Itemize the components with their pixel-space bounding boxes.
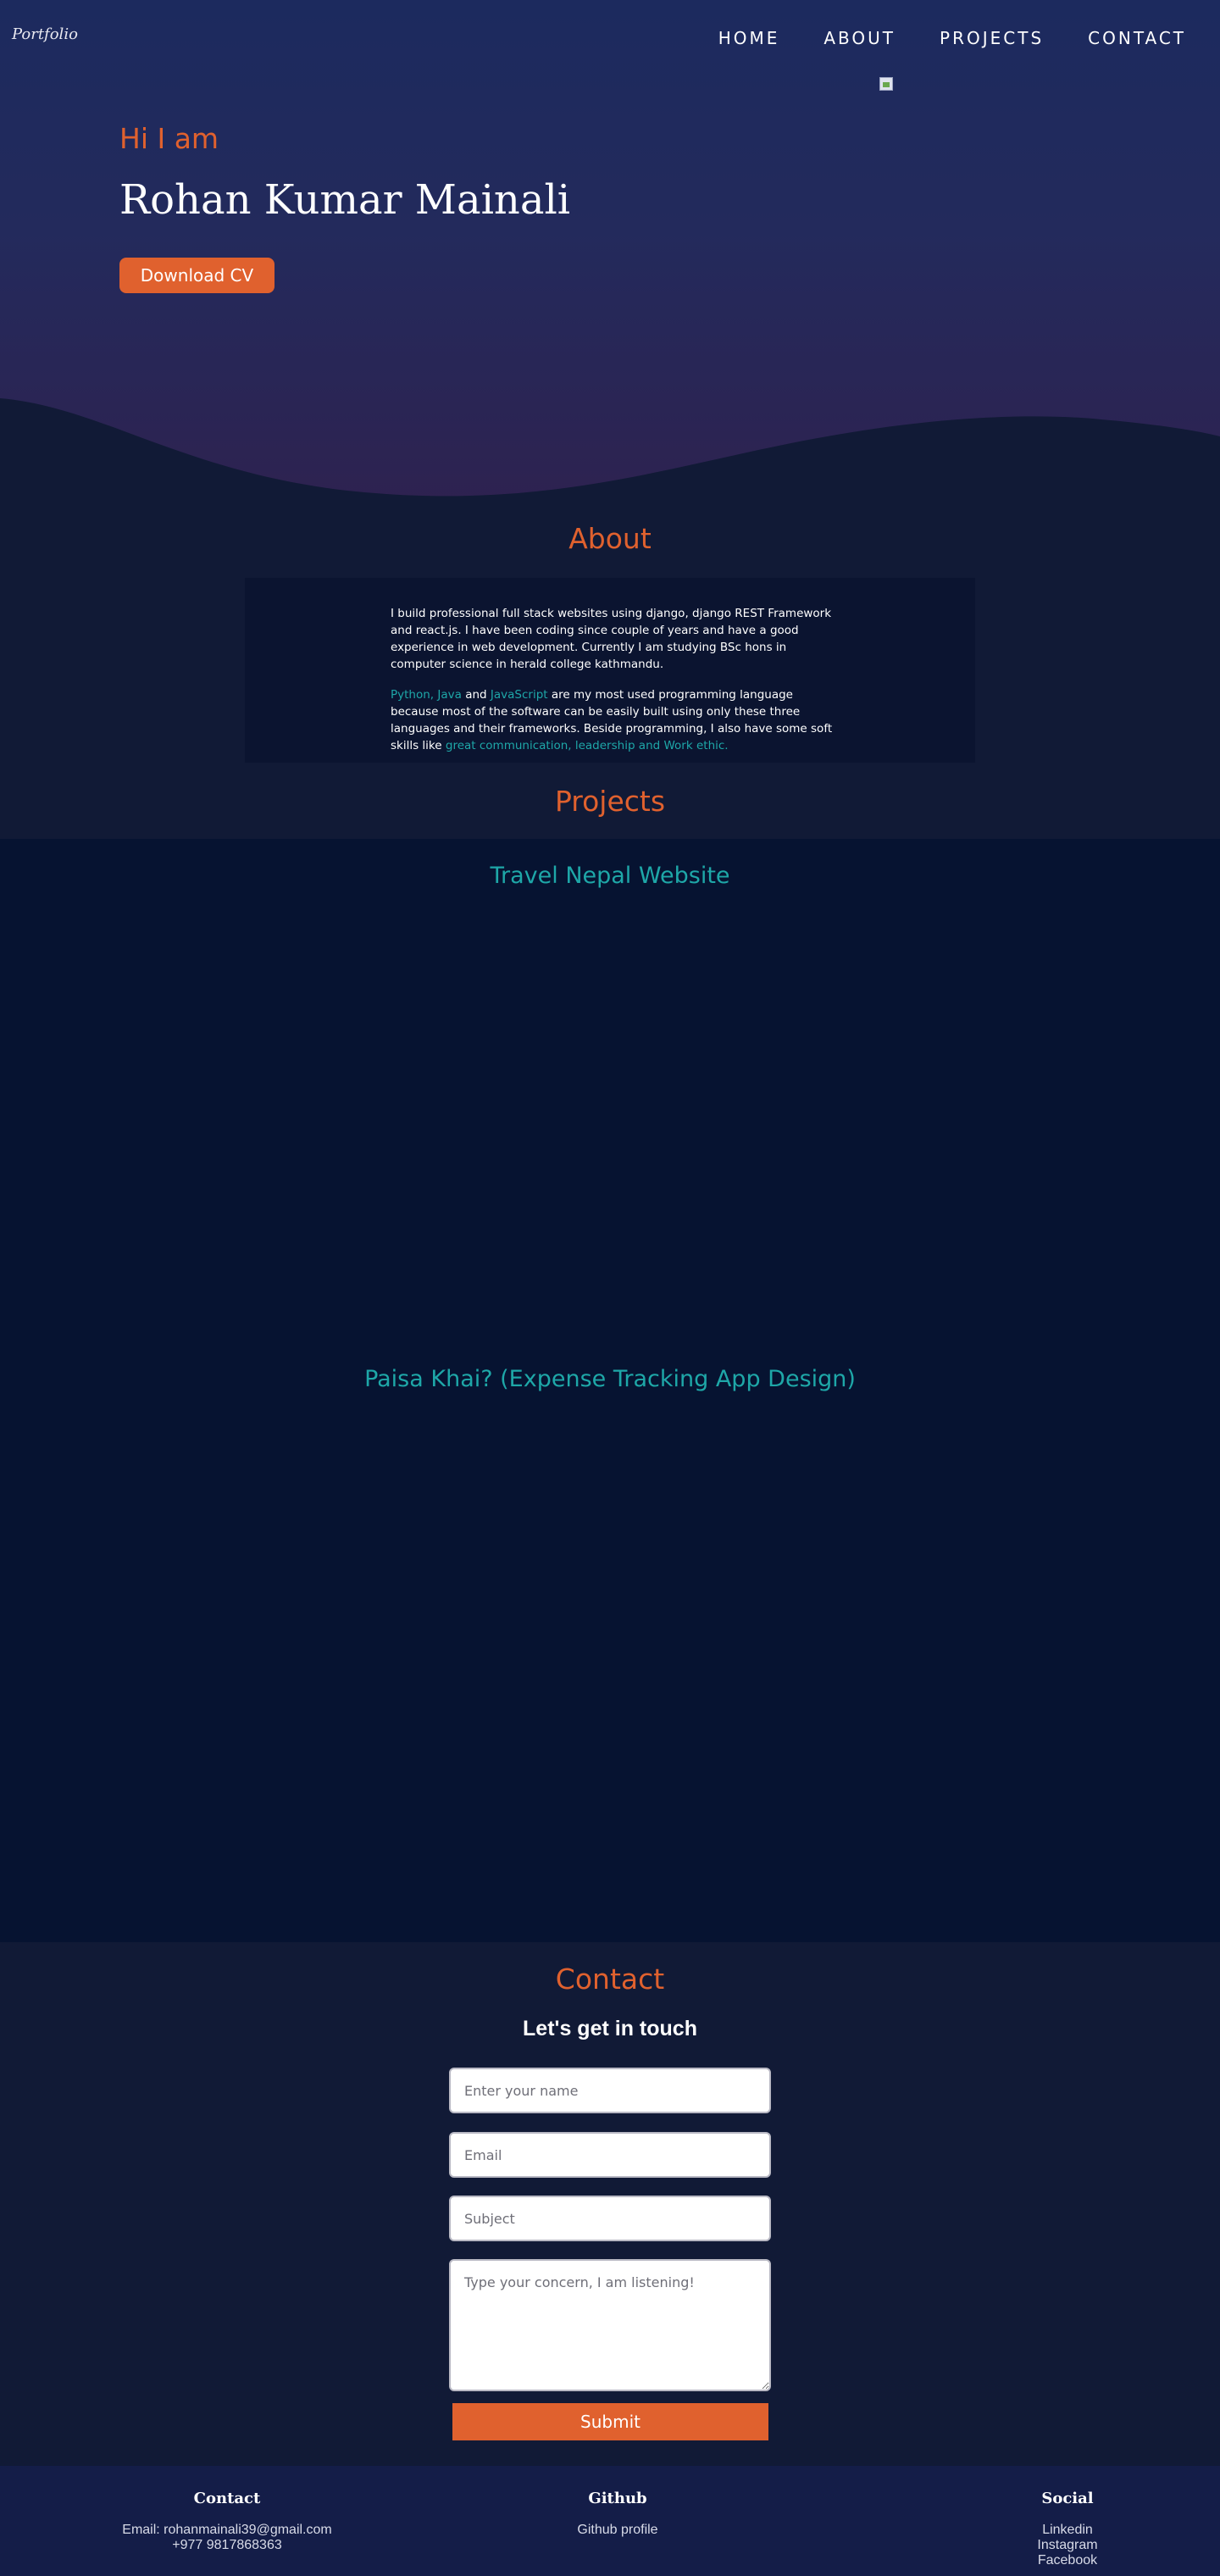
main-nav: HOME ABOUT PROJECTS CONTACT <box>718 28 1186 48</box>
about-paragraph-2: Python, Java and JavaScript are my most … <box>391 686 840 754</box>
about-skills-highlight: great communication, leadership and Work… <box>445 739 729 752</box>
site-logo[interactable]: Portfolio <box>12 25 78 43</box>
download-cv-button[interactable]: Download CV <box>119 258 274 293</box>
nav-contact[interactable]: CONTACT <box>1088 28 1186 48</box>
hero-greeting: Hi I am <box>119 122 219 155</box>
about-languages-highlight: Python, Java <box>391 688 462 702</box>
email-input[interactable] <box>449 2132 771 2178</box>
about-paragraph-1: I build professional full stack websites… <box>391 607 832 671</box>
footer-email: Email: rohanmainali39@gmail.com <box>122 2523 332 2537</box>
footer-linkedin-link[interactable]: Linkedin <box>983 2523 1152 2538</box>
broken-image-icon <box>879 77 893 91</box>
footer-contact-column: Contact Email: rohanmainali39@gmail.com … <box>100 2490 354 2553</box>
footer-instagram-link[interactable]: Instagram <box>983 2538 1152 2553</box>
site-footer: Contact Email: rohanmainali39@gmail.com … <box>0 2466 1220 2576</box>
footer-phone: +977 9817868363 <box>172 2538 282 2552</box>
footer-social-column: Social Linkedin Instagram Facebook <box>983 2490 1152 2568</box>
hero-section: Portfolio HOME ABOUT PROJECTS CONTACT Hi… <box>0 0 1220 508</box>
message-textarea[interactable] <box>449 2259 771 2391</box>
subject-input[interactable] <box>449 2196 771 2241</box>
footer-github-link[interactable]: Github profile <box>533 2523 702 2538</box>
nav-projects[interactable]: PROJECTS <box>940 28 1044 48</box>
nav-home[interactable]: HOME <box>718 28 780 48</box>
about-javascript-highlight: JavaScript <box>490 688 548 702</box>
contact-subtitle: Let's get in touch <box>523 2017 697 2040</box>
nav-about[interactable]: ABOUT <box>824 28 896 48</box>
name-input[interactable] <box>449 2068 771 2113</box>
projects-title: Projects <box>554 785 666 818</box>
footer-github-heading: Github <box>588 2490 647 2507</box>
footer-github-column: Github Github profile <box>533 2490 702 2538</box>
project-title-paisa-khai[interactable]: Paisa Khai? (Expense Tracking App Design… <box>0 1366 1220 1392</box>
footer-contact-heading: Contact <box>193 2490 261 2507</box>
hero-wave-divider <box>0 398 1220 508</box>
footer-social-heading: Social <box>1041 2490 1094 2507</box>
about-text: I build professional full stack websites… <box>391 605 840 768</box>
about-and: and <box>461 688 491 702</box>
about-title: About <box>568 522 652 555</box>
project-title-travel-nepal[interactable]: Travel Nepal Website <box>0 863 1220 889</box>
footer-facebook-link[interactable]: Facebook <box>983 2553 1152 2568</box>
contact-title: Contact <box>555 1963 665 1996</box>
submit-button[interactable]: Submit <box>452 2403 768 2440</box>
hero-name: Rohan Kumar Mainali <box>119 176 571 224</box>
